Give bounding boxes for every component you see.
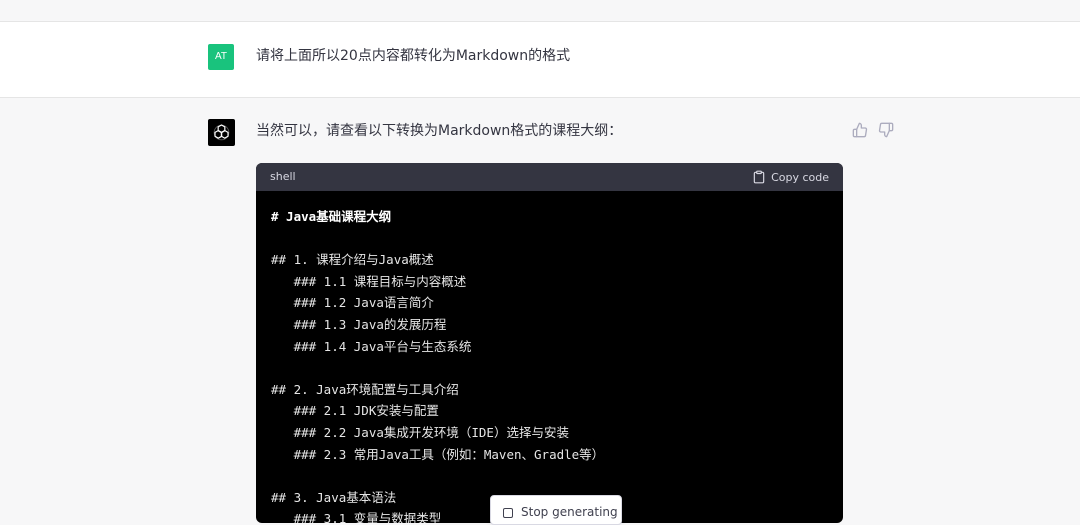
stop-icon xyxy=(503,508,513,518)
top-bar xyxy=(0,0,1080,22)
code-line: ### 2.3 常用Java工具（例如：Maven、Gradle等） xyxy=(271,446,605,462)
code-block: shell Copy code # Java基础课程大纲 ## 1. 课程介绍与… xyxy=(256,163,843,523)
openai-logo-icon xyxy=(213,124,230,141)
feedback-buttons xyxy=(852,122,896,138)
clipboard-icon xyxy=(753,170,765,184)
stop-generating-button[interactable]: Stop generating xyxy=(490,495,622,525)
copy-code-label: Copy code xyxy=(771,170,829,184)
code-line: ### 2.2 Java集成开发环境（IDE）选择与安装 xyxy=(271,424,569,440)
copy-code-button[interactable]: Copy code xyxy=(752,169,829,185)
code-line: # Java基础课程大纲 xyxy=(271,209,392,224)
code-line: ### 1.2 Java语言简介 xyxy=(271,295,434,311)
assistant-message-row: 当然可以，请查看以下转换为Markdown格式的课程大纲： shell Copy… xyxy=(0,98,1080,523)
code-line: ### 1.4 Java平台与生态系统 xyxy=(271,338,472,354)
code-line: ### 1.1 课程目标与内容概述 xyxy=(271,273,467,289)
code-header: shell Copy code xyxy=(256,163,843,191)
assistant-intro-text: 当然可以，请查看以下转换为Markdown格式的课程大纲： xyxy=(256,123,623,139)
code-content: # Java基础课程大纲 ## 1. 课程介绍与Java概述 ### 1.1 课… xyxy=(271,206,604,523)
stop-generating-label: Stop generating xyxy=(521,505,618,519)
user-message-text: 请将上面所以20点内容都转化为Markdown的格式 xyxy=(256,48,571,64)
code-line: ### 2.1 JDK安装与配置 xyxy=(271,403,439,419)
user-avatar: AT xyxy=(208,44,234,70)
thumbs-down-icon[interactable] xyxy=(878,122,894,138)
code-line: ## 2. Java环境配置与工具介绍 xyxy=(271,381,459,397)
user-message-row: AT 请将上面所以20点内容都转化为Markdown的格式 xyxy=(0,22,1080,98)
code-language-label: shell xyxy=(270,170,296,183)
code-line: ## 1. 课程介绍与Java概述 xyxy=(271,252,434,268)
assistant-avatar xyxy=(208,119,235,146)
thumbs-up-icon[interactable] xyxy=(852,122,868,138)
code-line: ### 1.3 Java的发展历程 xyxy=(271,316,447,332)
